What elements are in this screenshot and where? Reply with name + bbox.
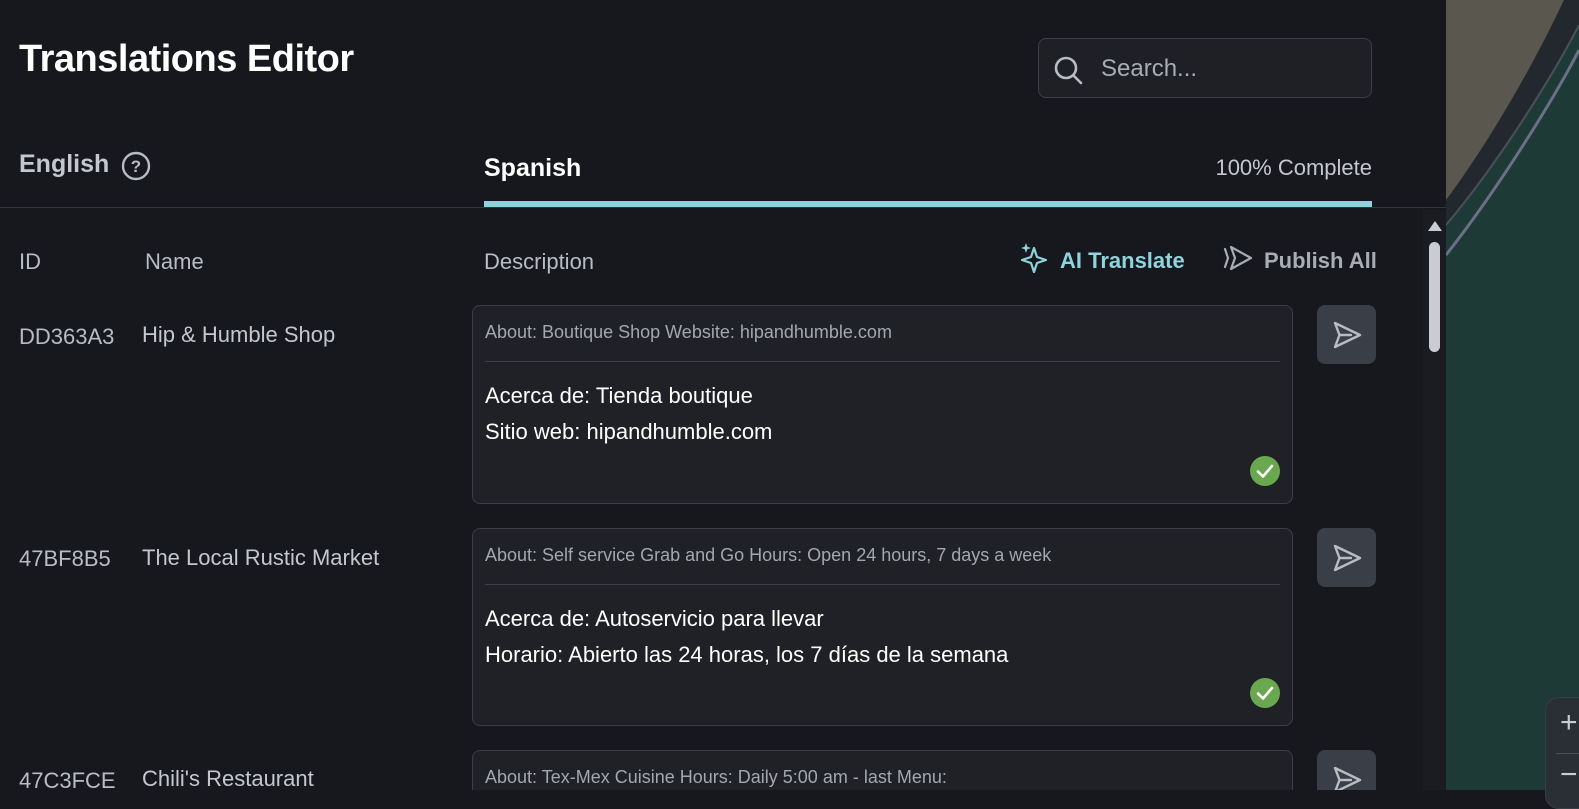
translation-text[interactable]: Acerca de: Autoservicio para llevar Hora… [485, 601, 1008, 673]
help-icon[interactable]: ? [121, 151, 151, 186]
column-header-id: ID [19, 249, 41, 274]
column-header-name: Name [145, 249, 204, 274]
page-title: Translations Editor [19, 38, 354, 80]
column-header-description: Description [484, 249, 595, 274]
description-card[interactable]: About: Self service Grab and Go Hours: O… [472, 528, 1293, 726]
row-id: 47BF8B5 [19, 546, 111, 571]
publish-row-button[interactable] [1317, 750, 1376, 790]
row-name: The Local Rustic Market [142, 545, 380, 570]
publish-all-button[interactable]: Publish All [1222, 244, 1377, 278]
translations-panel: Translations Editor English ? Spanish 10… [0, 0, 1446, 793]
source-description: About: Self service Grab and Go Hours: O… [485, 545, 1052, 565]
ai-translate-button[interactable]: AI Translate [1020, 242, 1185, 280]
ai-translate-label: AI Translate [1060, 248, 1185, 273]
svg-text:?: ? [131, 157, 141, 176]
description-card[interactable]: About: Boutique Shop Website: hipandhumb… [472, 305, 1293, 504]
zoom-in-icon[interactable]: + [1560, 708, 1578, 738]
divider [1556, 753, 1579, 754]
card-divider [485, 584, 1280, 585]
search-icon [1053, 55, 1083, 90]
card-divider [485, 361, 1280, 362]
publish-icon [1222, 243, 1254, 279]
description-card[interactable]: About: Tex-Mex Cuisine Hours: Daily 5:00… [472, 750, 1293, 790]
tab-spanish[interactable]: Spanish [484, 154, 581, 183]
row-id: 47C3FCE [19, 768, 116, 793]
publish-row-button[interactable] [1317, 305, 1376, 364]
scroll-up-arrow-icon[interactable] [1428, 221, 1442, 231]
check-icon [1250, 456, 1280, 491]
row-id: DD363A3 [19, 324, 115, 349]
scrollbar-thumb[interactable] [1429, 242, 1440, 352]
search-box[interactable] [1038, 38, 1372, 98]
zoom-out-icon[interactable]: − [1560, 760, 1578, 790]
publish-row-button[interactable] [1317, 528, 1376, 587]
sparkle-icon [1020, 242, 1050, 280]
check-icon [1250, 678, 1280, 713]
row-name: Hip & Humble Shop [142, 322, 336, 347]
divider [0, 207, 1446, 208]
completion-status: 100% Complete [1215, 155, 1372, 180]
map-background[interactable] [1446, 0, 1579, 790]
search-input[interactable] [1099, 51, 1353, 87]
map-zoom-control: + − [1545, 697, 1579, 809]
publish-all-label: Publish All [1264, 248, 1377, 273]
source-description: About: Tex-Mex Cuisine Hours: Daily 5:00… [485, 767, 947, 787]
row-name: Chili's Restaurant [142, 766, 314, 791]
source-description: About: Boutique Shop Website: hipandhumb… [485, 322, 892, 342]
source-language-label: English [19, 150, 110, 178]
translation-text[interactable]: Acerca de: Tienda boutique Sitio web: hi… [485, 378, 772, 450]
